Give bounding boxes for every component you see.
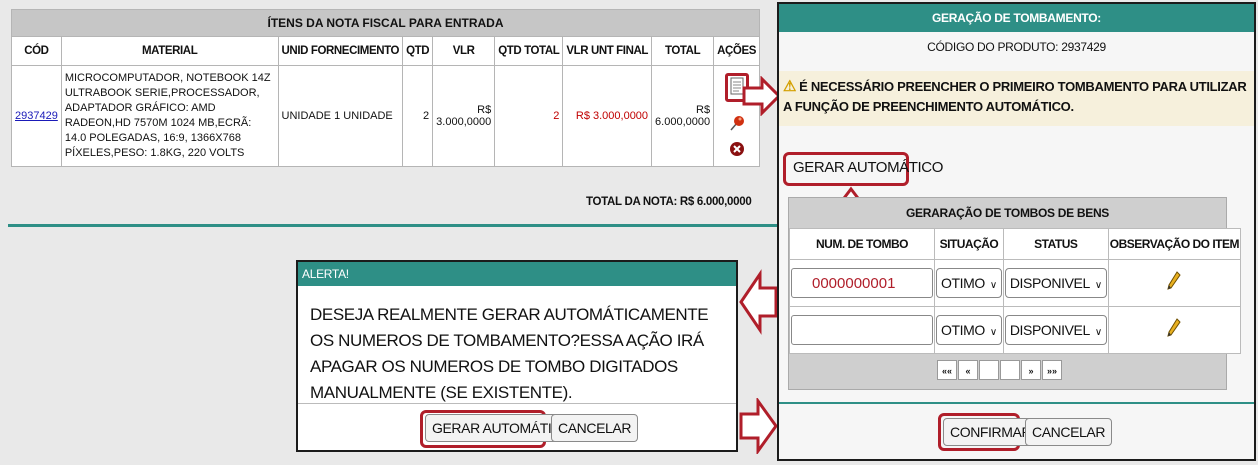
last-page-button[interactable]: »»: [1042, 360, 1062, 380]
divider: [298, 403, 736, 404]
col-vlr-unt-final: VLR UNT FINAL: [562, 36, 653, 66]
col-total: TOTAL: [651, 36, 715, 66]
pencil-icon[interactable]: [1166, 317, 1182, 339]
arrow-right-icon: [739, 398, 778, 454]
first-page-button[interactable]: ««: [937, 360, 957, 380]
next-page-button[interactable]: »: [1021, 360, 1041, 380]
vlr-unt-final-cell: R$ 3.000,0000: [562, 65, 653, 167]
items-table: ÍTENS DA NOTA FISCAL PARA ENTRADA CÓD MA…: [11, 9, 760, 167]
situacao-select[interactable]: OTIMO ∨: [936, 268, 1002, 298]
total-cell: R$ 6.000,0000: [651, 65, 715, 167]
product-code-link[interactable]: 2937429: [15, 110, 58, 122]
chevron-down-icon: ∨: [989, 280, 997, 291]
generate-auto-button[interactable]: GERAR AUTOMÁTICO: [787, 155, 949, 183]
pagination: «« « » »»: [937, 360, 1063, 380]
delete-icon[interactable]: [717, 141, 756, 160]
qtd-total-cell: 2: [494, 65, 564, 167]
col-qtd: QTD: [402, 36, 434, 66]
invoice-total: TOTAL DA NOTA: R$ 6.000,0000: [586, 196, 752, 208]
unid-cell: UNIDADE 1 UNIDADE: [277, 65, 404, 167]
divider: [779, 402, 1254, 404]
table-row: OTIMO ∨ DISPONIVEL ∨: [789, 306, 1242, 354]
page-input[interactable]: [1000, 360, 1020, 380]
col-acoes: AÇÕES: [713, 36, 760, 66]
col-unid: UNID FORNECIMENTO: [277, 36, 404, 66]
qtd-cell: 2: [402, 65, 434, 167]
warning-icon: ⚠: [783, 78, 797, 95]
arrow-left-icon: [739, 269, 778, 335]
tombo-number-input[interactable]: 0000000001: [791, 268, 933, 298]
product-code: CÓDIGO DO PRODUTO: 2937429: [927, 40, 1106, 54]
warning-box: ⚠ É NECESSÁRIO PREENCHER O PRIMEIRO TOMBA…: [779, 71, 1254, 126]
col-qtd-total: QTD TOTAL: [494, 36, 564, 66]
items-table-title: ÍTENS DA NOTA FISCAL PARA ENTRADA: [11, 9, 760, 37]
col-situacao: SITUAÇÃO: [934, 228, 1004, 260]
material-cell: MICROCOMPUTADOR, NOTEBOOK 14Z ULTRABOOK …: [60, 65, 279, 167]
arrow-right-icon: [742, 76, 782, 116]
divider: [8, 224, 778, 227]
pencil-icon[interactable]: [1166, 270, 1182, 292]
tombo-number-input[interactable]: [791, 315, 933, 345]
col-material: MATERIAL: [60, 36, 279, 66]
page-input[interactable]: [979, 360, 999, 380]
chevron-down-icon: ∨: [1094, 327, 1102, 338]
status-select[interactable]: DISPONIVEL ∨: [1004, 315, 1107, 345]
tombos-title: GERARAÇÃO DE TOMBOS DE BENS: [905, 206, 1110, 220]
tombos-table: NUM. DE TOMBO SITUAÇÃO STATUS OBSERVAÇÃO…: [789, 228, 1242, 354]
panel-cancel-button[interactable]: CANCELAR: [1025, 418, 1113, 446]
table-row: 2937429 MICROCOMPUTADOR, NOTEBOOK 14Z UL…: [11, 65, 760, 167]
col-status: STATUS: [1002, 228, 1109, 260]
col-cod: CÓD: [11, 36, 62, 66]
status-select[interactable]: DISPONIVEL ∨: [1004, 268, 1107, 298]
warning-text: É NECESSÁRIO PREENCHER O PRIMEIRO TOMBAM…: [783, 79, 1247, 114]
situacao-select[interactable]: OTIMO ∨: [936, 315, 1002, 345]
alert-title: ALERTA!: [298, 262, 736, 286]
col-num-tombo: NUM. DE TOMBO: [789, 228, 935, 260]
chevron-down-icon: ∨: [1094, 280, 1102, 291]
tombamento-panel: GERAÇÃO DE TOMBAMENTO: CÓDIGO DO PRODUTO…: [777, 2, 1256, 461]
chevron-down-icon: ∨: [989, 327, 997, 338]
pin-icon[interactable]: [717, 114, 756, 135]
vlr-cell: R$ 3.000,0000: [432, 65, 496, 167]
table-row: 0000000001 OTIMO ∨ DISPONIVEL ∨: [789, 259, 1242, 307]
alert-message: DESEJA REALMENTE GERAR AUTOMÁTICAMENTE O…: [310, 305, 709, 402]
alert-dialog: ALERTA! DESEJA REALMENTE GERAR AUTOMÁTIC…: [296, 260, 738, 452]
alert-cancel-button[interactable]: CANCELAR: [551, 414, 639, 442]
prev-page-button[interactable]: «: [958, 360, 978, 380]
confirm-button[interactable]: CONFIRMAR: [943, 418, 1039, 446]
col-observacao: OBSERVAÇÃO DO ITEM: [1107, 228, 1242, 260]
col-vlr: VLR: [432, 36, 496, 66]
tombos-table-container: GERARAÇÃO DE TOMBOS DE BENS NUM. DE TOMB…: [788, 197, 1242, 390]
panel-title: GERAÇÃO DE TOMBAMENTO:: [779, 4, 1254, 32]
